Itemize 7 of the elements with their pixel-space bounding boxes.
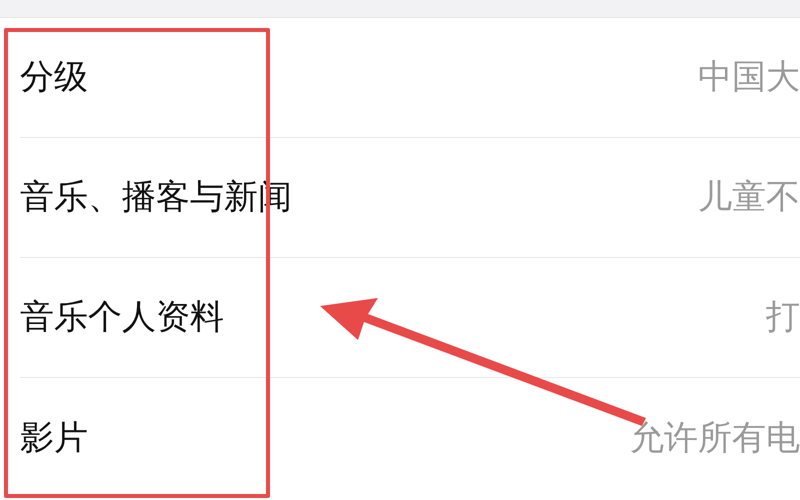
setting-label: 分级 — [20, 56, 88, 99]
setting-label: 音乐个人资料 — [20, 296, 224, 339]
setting-label: 影片 — [20, 416, 88, 460]
setting-value: 儿童不 — [698, 176, 800, 219]
setting-value: 中国大 — [698, 56, 800, 99]
setting-value: 打 — [766, 296, 800, 339]
setting-value: 允许所有电 — [630, 416, 800, 460]
